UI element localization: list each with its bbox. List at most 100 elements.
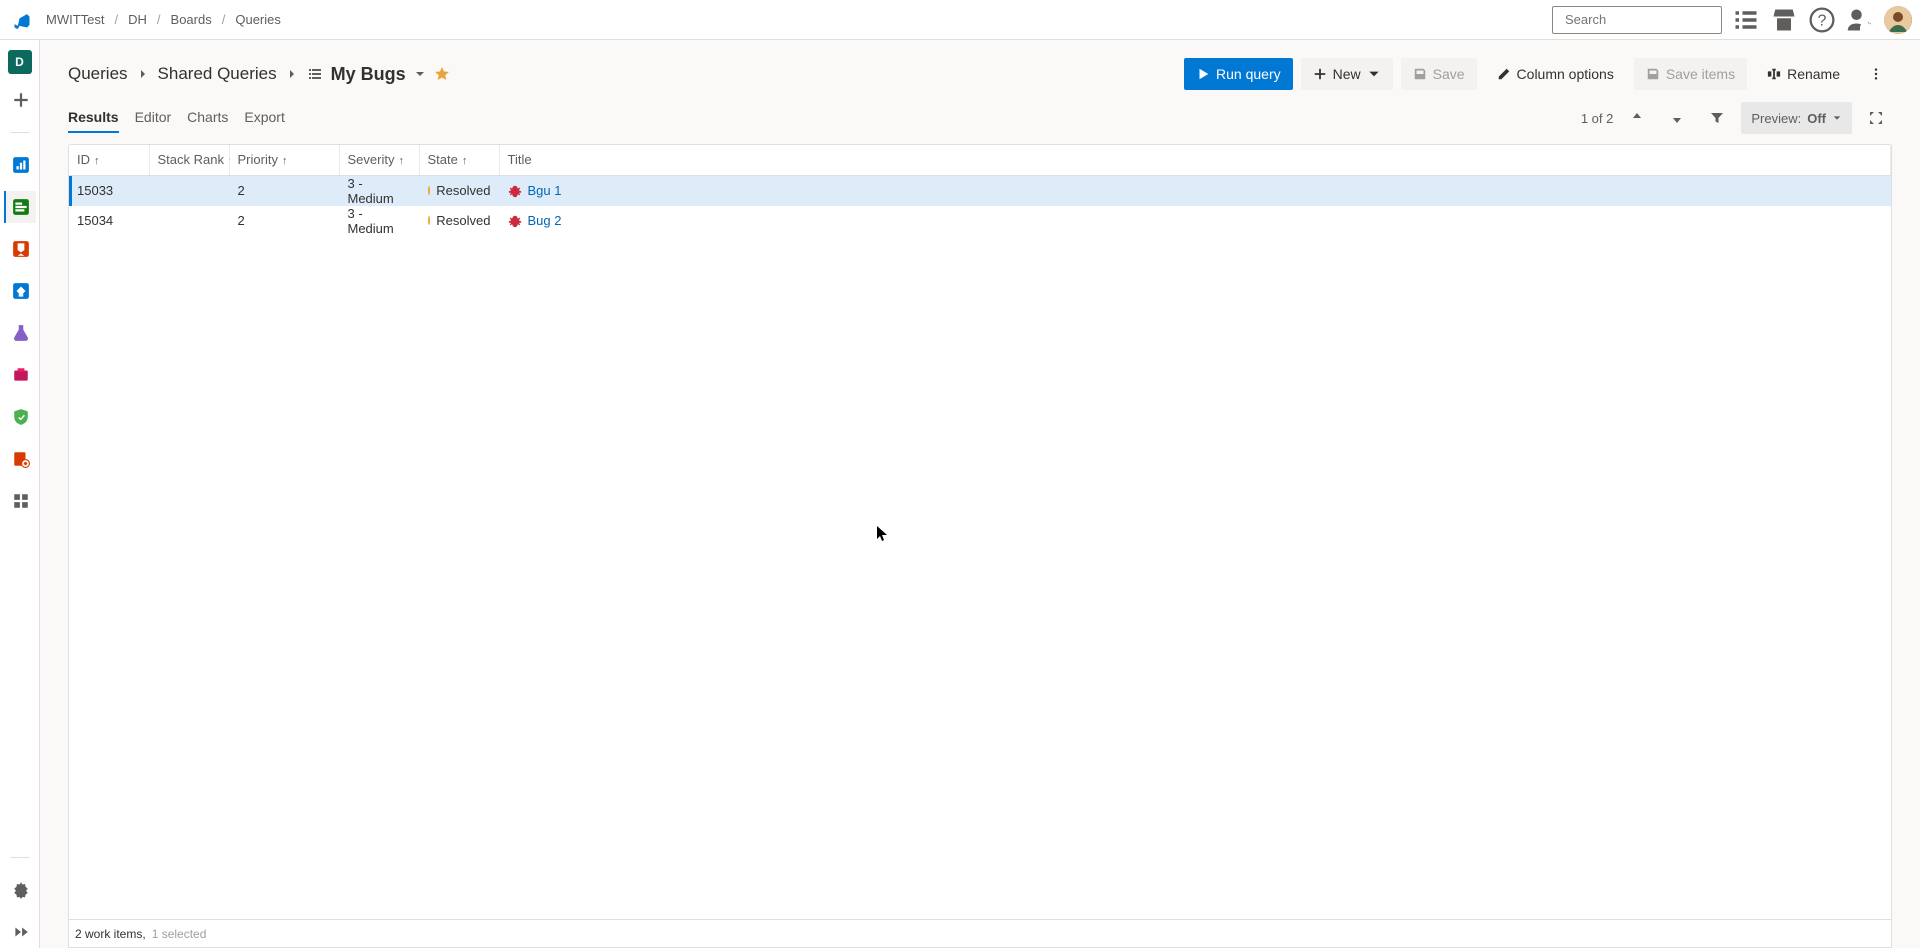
bug-icon — [508, 214, 522, 228]
rename-label: Rename — [1787, 66, 1840, 82]
table-row[interactable]: 15034 23 - MediumResolved Bug 2 — [69, 206, 1891, 236]
preview-toggle[interactable]: Preview: Off — [1741, 102, 1852, 134]
column-options-button[interactable]: Column options — [1485, 58, 1626, 90]
cell-state: Resolved — [419, 206, 499, 236]
page-header: Queries Shared Queries My Bugs Run query — [68, 58, 1892, 90]
chevron-down-icon — [1367, 67, 1381, 81]
breadcrumb-item[interactable]: MWITTest — [42, 8, 109, 31]
breadcrumb-sep: / — [115, 12, 119, 27]
rename-button[interactable]: Rename — [1755, 58, 1852, 90]
save-items-label: Save items — [1666, 66, 1735, 82]
results-grid: ID↑ Stack Rank↑ Priority↑ Severity↑ Stat… — [68, 144, 1892, 948]
column-header-state[interactable]: State↑ — [419, 145, 499, 175]
run-query-button[interactable]: Run query — [1184, 58, 1293, 90]
search-box[interactable] — [1552, 6, 1722, 34]
cell-stack — [149, 206, 229, 236]
breadcrumb-item[interactable]: Queries — [231, 8, 285, 31]
left-nav: D — [0, 40, 40, 948]
main-content: Queries Shared Queries My Bugs Run query — [40, 40, 1920, 948]
column-options-label: Column options — [1517, 66, 1614, 82]
favorite-star-icon[interactable] — [434, 66, 450, 82]
fullscreen-button[interactable] — [1860, 102, 1892, 134]
tabs-row: Results Editor Charts Export 1 of 2 Preview… — [68, 102, 1892, 134]
page-title[interactable]: My Bugs — [331, 64, 406, 85]
column-header-priority[interactable]: Priority↑ — [229, 145, 339, 175]
column-header-id[interactable]: ID↑ — [69, 145, 149, 175]
save-items-button: Save items — [1634, 58, 1747, 90]
state-dot-icon — [428, 186, 431, 195]
column-header-severity[interactable]: Severity↑ — [339, 145, 419, 175]
run-query-label: Run query — [1216, 66, 1281, 82]
work-item-link[interactable]: Bug 2 — [528, 213, 562, 228]
cell-priority: 2 — [229, 175, 339, 206]
repos-icon[interactable] — [4, 233, 36, 265]
marketplace-icon[interactable] — [1770, 6, 1798, 34]
save-label: Save — [1433, 66, 1465, 82]
chevron-right-icon — [138, 69, 148, 79]
cell-id: 15033 — [69, 175, 149, 206]
bug-icon — [508, 184, 522, 198]
cell-severity: 3 - Medium — [339, 206, 419, 236]
svg-text:?: ? — [1818, 12, 1827, 29]
new-label: New — [1333, 66, 1361, 82]
save-button: Save — [1401, 58, 1477, 90]
new-button[interactable]: New — [1301, 58, 1393, 90]
cell-stack — [149, 175, 229, 206]
tab-editor[interactable]: Editor — [135, 103, 172, 133]
avatar[interactable] — [1884, 6, 1912, 34]
search-input[interactable] — [1565, 12, 1741, 27]
cell-severity: 3 - Medium — [339, 175, 419, 206]
more-actions-button[interactable] — [1860, 58, 1892, 90]
azdo-logo-icon — [12, 10, 32, 30]
filter-button[interactable] — [1701, 102, 1733, 134]
breadcrumb-item[interactable]: DH — [124, 8, 151, 31]
project-settings-icon[interactable] — [4, 874, 36, 906]
artifacts-icon[interactable] — [4, 359, 36, 391]
status-items: 2 work items, — [75, 927, 146, 941]
breadcrumb-sep: / — [222, 12, 226, 27]
tab-results[interactable]: Results — [68, 103, 119, 133]
expand-nav-icon[interactable] — [4, 916, 36, 948]
next-item-button[interactable] — [1661, 102, 1693, 134]
testplans-icon[interactable] — [4, 317, 36, 349]
help-icon[interactable]: ? — [1808, 6, 1836, 34]
chevron-down-icon[interactable] — [414, 68, 426, 80]
overview-icon[interactable] — [4, 149, 36, 181]
tasks-icon[interactable] — [1732, 6, 1760, 34]
pipelines-icon[interactable] — [4, 275, 36, 307]
query-list-icon — [307, 66, 323, 82]
add-icon[interactable] — [4, 84, 36, 116]
table-row[interactable]: 15033 23 - MediumResolved Bgu 1 — [69, 175, 1891, 206]
status-bar: 2 work items, 1 selected — [69, 919, 1891, 947]
preview-label: Preview: — [1751, 111, 1801, 126]
cell-priority: 2 — [229, 206, 339, 236]
wiki-icon[interactable] — [4, 443, 36, 475]
topbar: MWITTest / DH / Boards / Queries ? — [0, 0, 1920, 40]
work-item-link[interactable]: Bgu 1 — [528, 183, 562, 198]
column-header-stack-rank[interactable]: Stack Rank↑ — [149, 145, 229, 175]
header-crumb[interactable]: Queries — [68, 64, 128, 84]
dashboard-icon[interactable] — [4, 485, 36, 517]
project-badge[interactable]: D — [8, 50, 32, 74]
column-header-title[interactable]: Title — [499, 145, 1891, 175]
result-counter: 1 of 2 — [1581, 111, 1614, 126]
tabs: Results Editor Charts Export — [68, 103, 285, 133]
preview-value: Off — [1807, 111, 1826, 126]
breadcrumb-sep: / — [157, 12, 161, 27]
cell-state: Resolved — [419, 175, 499, 206]
user-settings-icon[interactable] — [1846, 6, 1874, 34]
cell-title: Bgu 1 — [499, 175, 1891, 206]
header-crumb[interactable]: Shared Queries — [158, 64, 277, 84]
cell-id: 15034 — [69, 206, 149, 236]
tab-charts[interactable]: Charts — [187, 103, 228, 133]
tab-export[interactable]: Export — [244, 103, 284, 133]
chevron-down-icon — [1832, 113, 1842, 123]
state-dot-icon — [428, 216, 431, 225]
prev-item-button[interactable] — [1621, 102, 1653, 134]
breadcrumb-item[interactable]: Boards — [167, 8, 216, 31]
status-selected: 1 selected — [152, 927, 207, 941]
cell-title: Bug 2 — [499, 206, 1891, 236]
boards-icon[interactable] — [4, 191, 36, 223]
compliance-icon[interactable] — [4, 401, 36, 433]
breadcrumb: MWITTest / DH / Boards / Queries — [42, 8, 285, 31]
